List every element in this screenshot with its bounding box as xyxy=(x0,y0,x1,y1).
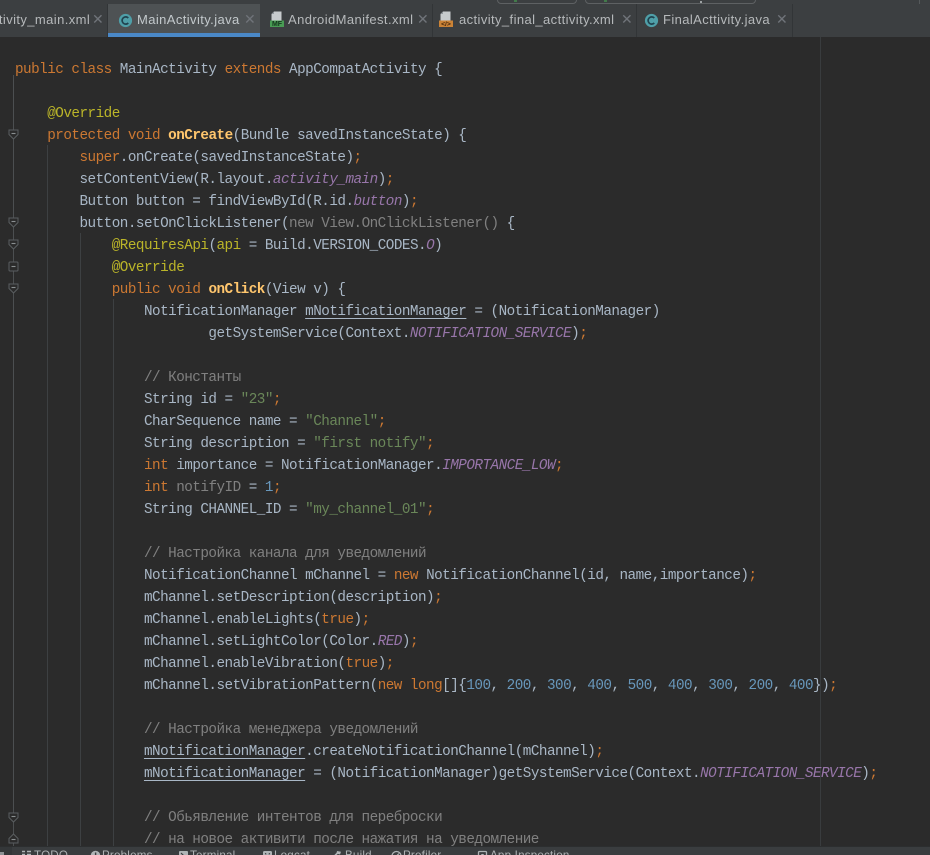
svg-text:</>: </> xyxy=(441,21,451,28)
svg-text:MF: MF xyxy=(272,21,283,28)
